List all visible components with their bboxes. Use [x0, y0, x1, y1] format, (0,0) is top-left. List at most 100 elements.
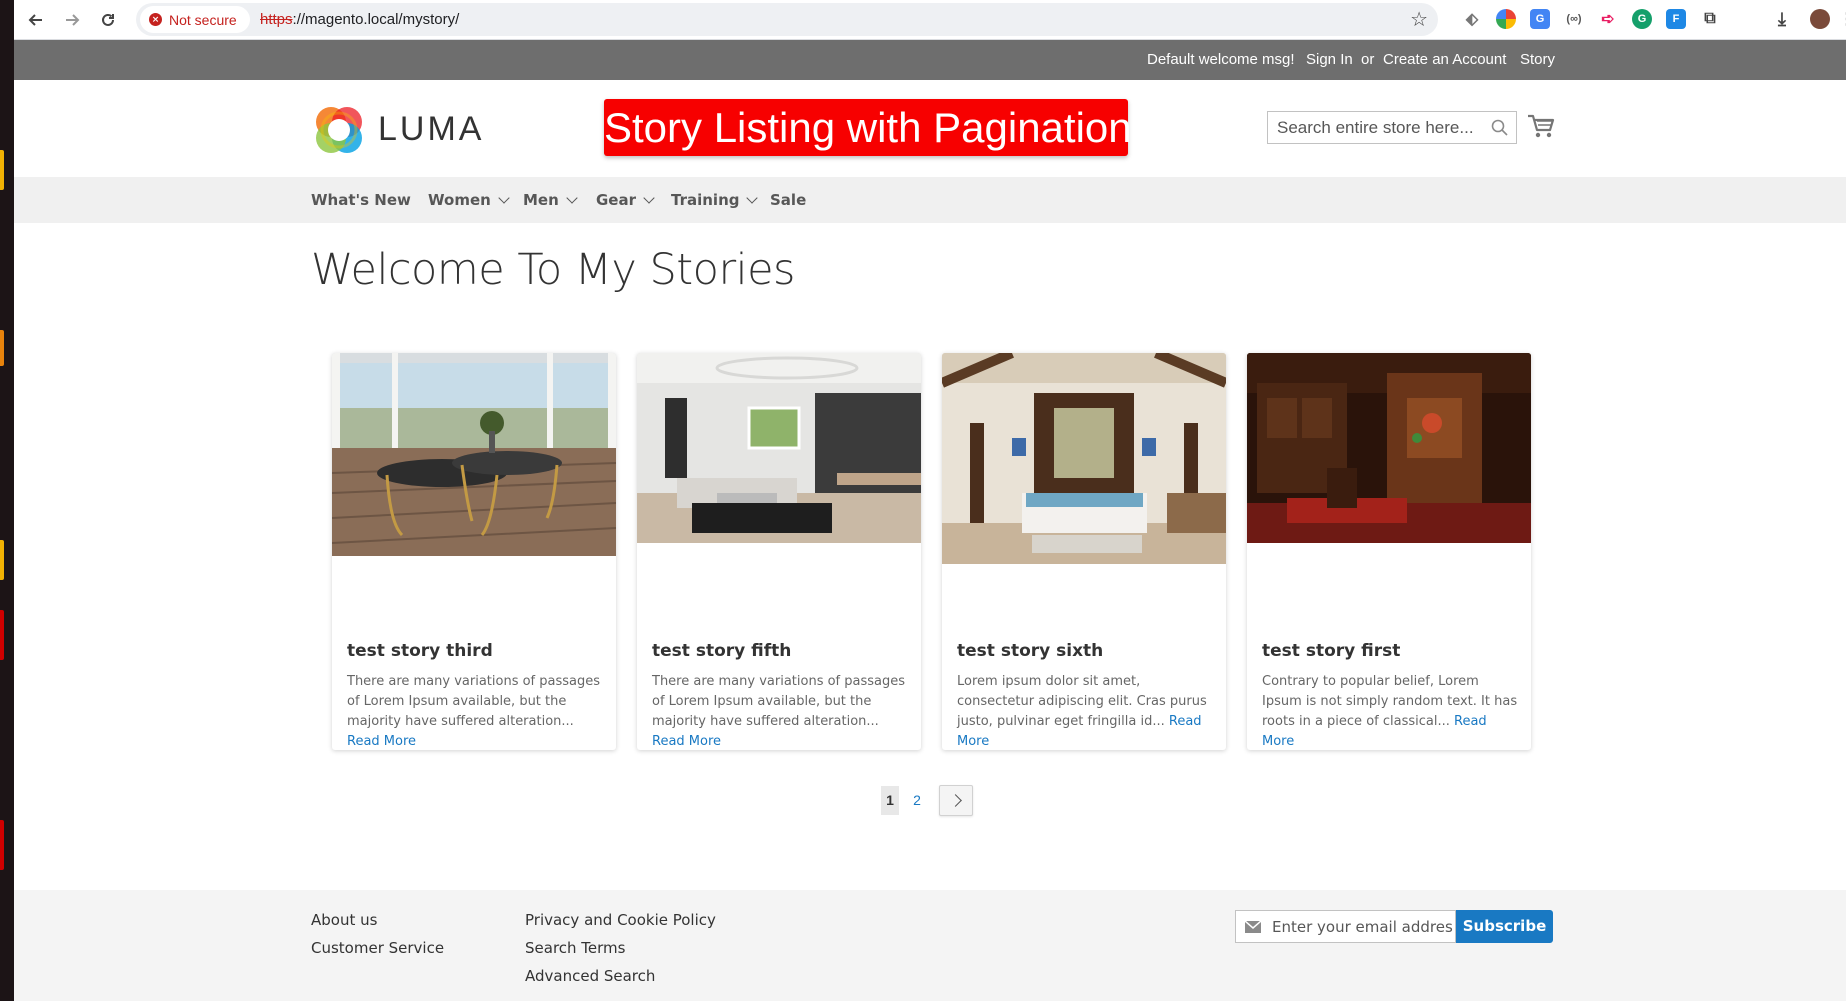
main-navigation: What's New Women Men Gear Training Sale: [14, 177, 1846, 223]
nav-item-men[interactable]: Men: [523, 177, 578, 223]
story-image[interactable]: [942, 353, 1226, 564]
bookmark-star-icon[interactable]: ☆: [1410, 7, 1428, 31]
nav-item-label: What's New: [311, 191, 411, 209]
search-icon[interactable]: [1491, 119, 1508, 136]
story-excerpt: Contrary to popular belief, Lorem Ipsum …: [1262, 672, 1522, 750]
chevron-down-icon: [746, 192, 759, 204]
story-excerpt: There are many variations of passages of…: [652, 672, 912, 750]
chevron-down-icon: [643, 192, 655, 204]
story-title[interactable]: test story third: [347, 641, 493, 661]
browser-toolbar: × Not secure https://magento.local/mysto…: [14, 0, 1846, 40]
extension-icon[interactable]: ➪: [1598, 9, 1618, 29]
sign-in-link[interactable]: Sign In: [1306, 40, 1353, 80]
dock-indicator: [0, 610, 4, 660]
story-image-bedroom: [942, 353, 1226, 564]
footer-link-privacy[interactable]: Privacy and Cookie Policy: [525, 911, 716, 929]
forward-button[interactable]: [56, 4, 88, 36]
story-excerpt: There are many variations of passages of…: [347, 672, 607, 750]
avatar[interactable]: [1810, 9, 1830, 29]
story-title[interactable]: test story first: [1262, 641, 1400, 661]
forward-arrow-icon: [66, 14, 80, 26]
address-bar[interactable]: × Not secure https://magento.local/mysto…: [136, 3, 1438, 36]
pager-current-page: 1: [881, 786, 899, 815]
search-box: [1267, 111, 1517, 144]
warning-icon: ×: [149, 13, 162, 26]
story-title[interactable]: test story fifth: [652, 641, 791, 661]
story-title[interactable]: test story sixth: [957, 641, 1103, 661]
reload-icon: [102, 13, 114, 26]
dock-indicator: [0, 330, 4, 366]
footer-link-about[interactable]: About us: [311, 911, 377, 929]
nav-item-sale[interactable]: Sale: [770, 177, 806, 223]
read-more-link[interactable]: Read More: [347, 734, 416, 749]
welcome-message: Default welcome msg!: [1147, 51, 1295, 68]
puzzle-icon[interactable]: ⧉: [1700, 9, 1720, 29]
os-dock: [0, 0, 14, 1001]
reload-button[interactable]: [92, 4, 124, 36]
story-image-table: [332, 353, 616, 556]
nav-item-label: Gear: [596, 191, 637, 209]
story-card: test story first Contrary to popular bel…: [1247, 353, 1531, 750]
kebab-menu-icon[interactable]: ⋮: [1839, 9, 1846, 29]
url-path: ://magento.local/mystory/: [292, 11, 460, 28]
newsletter-email-input[interactable]: [1270, 911, 1455, 942]
download-icon[interactable]: ⤓: [1772, 9, 1792, 29]
nav-item-whats-new[interactable]: What's New: [311, 177, 411, 223]
story-excerpt-text: There are many variations of passages of…: [652, 674, 906, 729]
dock-indicator: [0, 820, 4, 870]
extension-icon[interactable]: [1496, 9, 1516, 29]
footer-link-advanced-search[interactable]: Advanced Search: [525, 967, 655, 985]
logo-wordmark: LUMA: [378, 110, 485, 148]
story-excerpt: Lorem ipsum dolor sit amet, consectetur …: [957, 672, 1217, 750]
page-title: Welcome To My Stories: [311, 245, 795, 295]
dock-indicator: [0, 150, 4, 190]
create-account-link[interactable]: Create an Account: [1383, 40, 1506, 80]
story-image[interactable]: [332, 353, 616, 556]
story-image[interactable]: [1247, 353, 1531, 543]
security-chip[interactable]: × Not secure: [140, 6, 250, 33]
or-text: or: [1361, 51, 1375, 68]
nav-item-label: Training: [671, 191, 740, 209]
chevron-down-icon: [498, 192, 510, 204]
story-link[interactable]: Story: [1520, 40, 1555, 80]
nav-item-label: Men: [523, 191, 559, 209]
url-scheme: https: [260, 11, 293, 28]
panel-header: Default welcome msg! Sign In or Create a…: [14, 40, 1846, 80]
translate-icon[interactable]: G: [1530, 9, 1550, 29]
site-footer: About us Customer Service Privacy and Co…: [14, 890, 1846, 1001]
subscribe-button[interactable]: Subscribe: [1456, 910, 1553, 943]
chevron-down-icon: [566, 192, 578, 204]
story-image-temple: [1247, 353, 1531, 543]
envelope-icon: [1245, 921, 1261, 933]
back-button[interactable]: [20, 4, 52, 36]
nav-item-women[interactable]: Women: [428, 177, 510, 223]
pager-next-button[interactable]: [939, 785, 973, 816]
nav-item-training[interactable]: Training: [671, 177, 759, 223]
footer-link-customer-service[interactable]: Customer Service: [311, 939, 444, 957]
story-excerpt-text: There are many variations of passages of…: [347, 674, 601, 729]
extension-icon[interactable]: (∞): [1564, 9, 1584, 29]
search-input[interactable]: [1268, 112, 1488, 143]
story-card: test story sixth Lorem ipsum dolor sit a…: [942, 353, 1226, 750]
nav-item-label: Women: [428, 191, 491, 209]
extension-icon[interactable]: F: [1666, 9, 1686, 29]
newsletter-field: [1235, 910, 1456, 943]
nav-item-label: Sale: [770, 191, 807, 209]
site-header: LUMA Story Listing with Pagination: [14, 80, 1846, 177]
pager-page-2[interactable]: 2: [908, 786, 926, 815]
read-more-link[interactable]: Read More: [652, 734, 721, 749]
story-image[interactable]: [637, 353, 921, 543]
back-arrow-icon: [28, 14, 42, 26]
story-banner: Story Listing with Pagination: [604, 99, 1132, 156]
story-card: test story fifth There are many variatio…: [637, 353, 921, 750]
chevron-right-icon: [949, 794, 962, 807]
grammarly-icon[interactable]: G: [1632, 9, 1652, 29]
nav-item-gear[interactable]: Gear: [596, 177, 655, 223]
extension-icon[interactable]: ⬖: [1462, 9, 1482, 29]
story-card: test story third There are many variatio…: [332, 353, 616, 750]
footer-link-search-terms[interactable]: Search Terms: [525, 939, 625, 957]
luma-logo-icon: [316, 107, 362, 153]
url-text[interactable]: https://magento.local/mystory/: [260, 3, 459, 36]
dock-indicator: [0, 540, 4, 580]
cart-icon[interactable]: [1527, 113, 1555, 139]
